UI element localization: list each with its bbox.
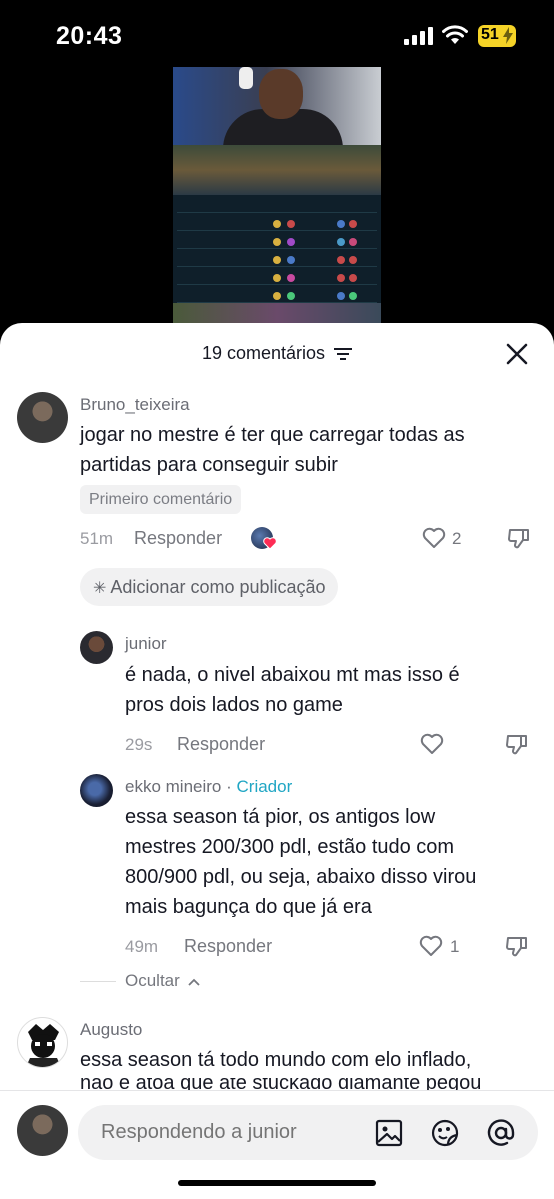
webcam-overlay (173, 67, 381, 159)
my-avatar (17, 1105, 68, 1156)
avatar-bruno[interactable] (17, 392, 68, 443)
comment-text-line: jogar no mestre é ter que carregar todas… (80, 424, 465, 446)
comment-text-line: pros dois lados no game (125, 694, 343, 716)
dislike-icon[interactable] (505, 732, 529, 756)
mention-icon[interactable] (486, 1118, 516, 1148)
comment-text-line: 800/900 pdl, ou seja, abaixo disso virou (125, 866, 477, 888)
like-count: 2 (452, 529, 462, 548)
comment-text-line: essa season tá pior, os antigos low (125, 806, 436, 828)
cellular-signal-icon (404, 27, 433, 45)
comment-input-box[interactable] (78, 1105, 538, 1160)
heart-filled-icon (263, 537, 277, 549)
sort-filter-icon[interactable] (334, 347, 353, 361)
avatar-augusto[interactable] (17, 1017, 68, 1068)
comment-time: 49m (125, 937, 159, 956)
comment-username[interactable]: ekko mineiro (125, 777, 221, 796)
sheet-header: 19 comentários (0, 323, 554, 383)
reply-button[interactable]: Responder (184, 936, 272, 957)
dislike-icon[interactable] (505, 934, 529, 958)
sticker-icon[interactable] (430, 1118, 460, 1148)
battery-icon: 51 (478, 25, 516, 47)
comment-text-line: mestres 200/300 pdl, estão tudo com (125, 836, 455, 858)
comment-time: 29s (125, 735, 153, 754)
battery-percent: 51 (481, 26, 499, 43)
avatar-ekko-mineiro[interactable] (80, 774, 113, 807)
comment-time: 51m (80, 529, 114, 548)
game-scoreboard (173, 195, 381, 303)
comment-username[interactable]: junior (125, 634, 167, 654)
add-as-publication-button[interactable]: ✳ Adicionar como publicação (80, 568, 338, 606)
comments-sheet: 19 comentários Bruno_teixeira jogar no m… (0, 323, 554, 1199)
comment-username[interactable]: Bruno_teixeira (80, 395, 190, 415)
comment-text-line: essa season tá todo mundo com elo inflad… (80, 1049, 472, 1071)
close-icon[interactable] (504, 341, 530, 367)
status-time: 20:43 (56, 22, 123, 50)
heart-icon[interactable] (422, 527, 446, 549)
avatar-art-icon (25, 1024, 62, 1067)
home-indicator[interactable] (178, 1180, 376, 1186)
charging-bolt-icon (503, 27, 513, 44)
hide-replies-button[interactable]: Ocultar (125, 971, 200, 991)
comment-text-line: não é atoa que até stuckado diamante peg… (80, 1078, 482, 1090)
comment-input[interactable] (101, 1121, 351, 1144)
sparkle-icon: ✳ (93, 580, 107, 597)
comment-text-line: mais bagunça do que já era (125, 896, 372, 918)
comment-username-line: ekko mineiro · Criador (125, 777, 293, 796)
avatar-junior[interactable] (80, 631, 113, 664)
reply-button[interactable]: Responder (177, 734, 265, 755)
dislike-icon[interactable] (507, 526, 531, 550)
first-comment-badge: Primeiro comentário (80, 485, 242, 514)
comment-username[interactable]: Augusto (80, 1020, 142, 1040)
game-scene (173, 145, 381, 195)
video-player[interactable] (173, 67, 381, 327)
creator-label: Criador (236, 777, 293, 796)
heart-icon[interactable] (420, 733, 444, 755)
comment-count-title: 19 comentários (201, 343, 326, 363)
comment-text-line: partidas para conseguir subir (80, 454, 338, 476)
creator-liked-badge (251, 527, 277, 553)
reply-button[interactable]: Responder (134, 528, 222, 549)
divider (80, 981, 116, 982)
status-bar: 20:43 51 (0, 0, 554, 70)
comment-text-line: é nada, o nivel abaixou mt mas isso é (125, 664, 460, 686)
heart-icon[interactable] (419, 935, 443, 957)
wifi-icon (442, 25, 468, 44)
chevron-up-icon (187, 978, 200, 986)
image-icon[interactable] (374, 1118, 404, 1148)
like-count: 1 (450, 937, 460, 956)
comment-composer (0, 1090, 554, 1199)
